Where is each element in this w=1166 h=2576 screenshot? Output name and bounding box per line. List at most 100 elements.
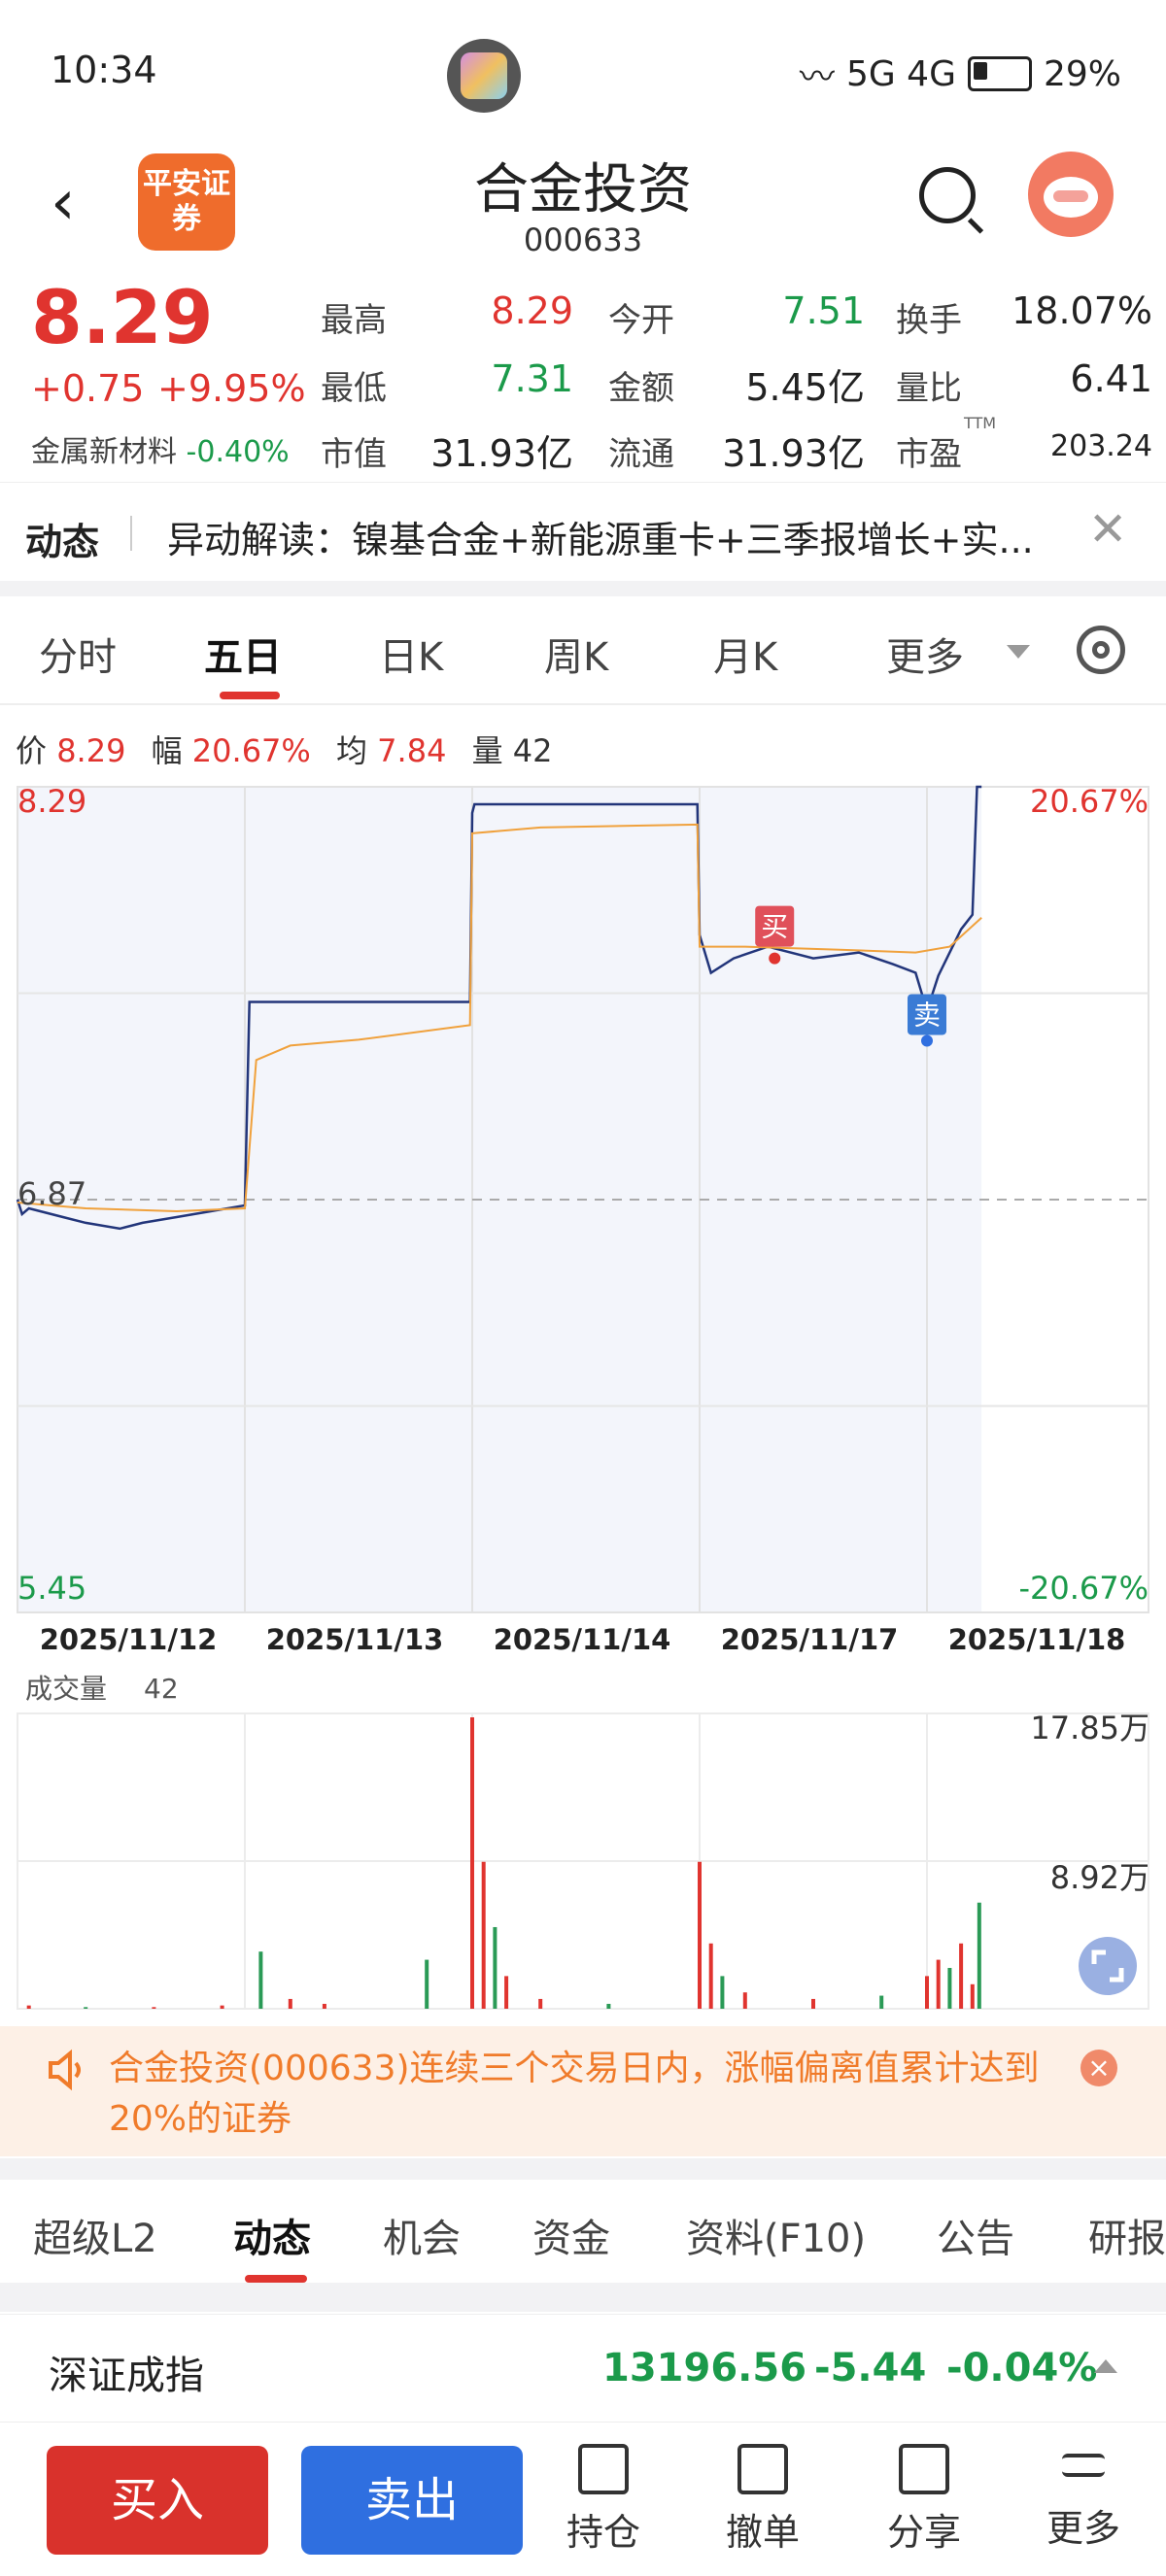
tab-intraday[interactable]: 分时	[39, 626, 117, 682]
fullscreen-button[interactable]	[1079, 1937, 1137, 1995]
tab-five-day[interactable]: 五日	[204, 626, 282, 682]
amp-value: 20.67%	[191, 732, 311, 769]
volume-bar	[742, 1992, 747, 2009]
app-notification-icon	[447, 39, 521, 113]
volume-bar	[708, 1943, 713, 2009]
dynamic-title: 动态	[25, 521, 100, 563]
dynamic-news-bar[interactable]: 动态 异动解读：镍基合金+新能源重卡+三季报增长+实... ✕	[0, 482, 1166, 580]
open-value: 7.51	[782, 289, 865, 332]
sell-button[interactable]: 卖出	[301, 2446, 523, 2555]
volume-bar	[959, 1943, 964, 2009]
price-change: +0.75	[31, 367, 145, 410]
vol-value: 42	[512, 732, 553, 769]
open-label: 今开	[608, 301, 674, 340]
volume-bar	[425, 1959, 429, 2009]
close-icon[interactable]: ✕	[1088, 502, 1127, 557]
undo-icon	[737, 2444, 788, 2494]
volume-axis-top-label: 17.85万	[1030, 1710, 1150, 1746]
buy-marker-dot	[769, 952, 781, 965]
more-button[interactable]: 更多	[1030, 2444, 1137, 2552]
document-icon	[578, 2444, 629, 2494]
volume-bar	[493, 1926, 497, 2009]
divider	[130, 516, 132, 551]
y-axis-right-bottom-label: -20.67%	[1018, 1570, 1149, 1607]
ttm-label: TTM	[964, 414, 997, 432]
volume-bar	[481, 1861, 486, 2009]
pe-label: 市盈	[896, 435, 962, 474]
tab-daily-k[interactable]: 日K	[379, 626, 443, 682]
active-tab-indicator	[220, 692, 280, 699]
tab-capital[interactable]: 资金	[532, 2207, 610, 2263]
tab-research[interactable]: 研报	[1088, 2207, 1166, 2263]
tab-dynamic[interactable]: 动态	[233, 2207, 311, 2263]
back-icon[interactable]: ‹	[51, 167, 76, 239]
tab-announcement[interactable]: 公告	[937, 2207, 1014, 2263]
five-day-chart[interactable]: 买卖 8.29 6.87 5.45 20.67% -20.67% 2025/11…	[0, 777, 1166, 2026]
broker-logo[interactable]: 平安证券	[138, 153, 235, 251]
volume-bar	[925, 1976, 929, 2009]
volume-bar	[322, 2003, 326, 2009]
sector-info[interactable]: 金属新材料 -0.40%	[31, 427, 290, 470]
volume-value: 42	[144, 1673, 179, 1705]
risk-notice[interactable]: 合金投资(000633)连续三个交易日内，涨幅偏离值累计达到20%的证券 ×	[0, 2026, 1166, 2156]
index-ticker[interactable]: 深证成指 13196.56 -5.44 -0.04%	[0, 2314, 1166, 2423]
volume-bar	[811, 1998, 815, 2009]
buy-marker-label: 买	[761, 911, 788, 943]
high-value: 8.29	[491, 289, 573, 332]
share-icon	[899, 2444, 949, 2494]
menu-icon	[1062, 2454, 1105, 2477]
current-price: 8.29	[31, 274, 214, 360]
tab-monthly-k[interactable]: 月K	[713, 626, 777, 682]
low-label: 最低	[321, 369, 387, 408]
amount-value: 5.45亿	[745, 366, 865, 409]
volume-bar	[220, 2005, 224, 2009]
status-right: 〰 5G 4G 29%	[800, 49, 1121, 99]
wifi-icon: 〰	[799, 57, 835, 97]
stock-header: 合金投资 000633 ‹ 平安证券	[0, 146, 1166, 272]
tab-opportunity[interactable]: 机会	[383, 2207, 461, 2263]
turnover-label: 换手	[896, 301, 962, 340]
date-label: 2025/11/17	[721, 1623, 899, 1656]
share-button[interactable]: 分享	[871, 2444, 977, 2556]
volume-bars	[17, 1712, 1149, 2010]
volume-ratio-label: 量比	[896, 369, 962, 408]
close-icon[interactable]: ×	[1080, 2050, 1117, 2086]
price-value: 8.29	[56, 732, 126, 769]
date-label: 2025/11/14	[494, 1623, 671, 1656]
chart-grid	[17, 786, 1149, 1613]
index-change-percent: -0.04%	[946, 2346, 1098, 2390]
cancel-order-button[interactable]: 撤单	[709, 2444, 816, 2556]
battery-percent: 29%	[1043, 53, 1121, 94]
chevron-up-icon[interactable]	[1094, 2359, 1117, 2373]
tab-weekly-k[interactable]: 周K	[544, 626, 608, 682]
buy-button[interactable]: 买入	[47, 2446, 268, 2555]
price-label: 价	[16, 732, 48, 769]
divider	[0, 2283, 1166, 2312]
volume-bar	[720, 1976, 725, 2009]
vol-label: 量	[471, 732, 503, 769]
volume-bar	[606, 2003, 611, 2009]
tab-f10[interactable]: 资料(F10)	[686, 2207, 866, 2263]
low-value: 7.31	[491, 357, 573, 400]
positions-button[interactable]: 持仓	[550, 2444, 657, 2556]
chart-period-tabs: 分时 五日 日K 周K 月K 更多	[0, 596, 1166, 705]
tab-super-l2[interactable]: 超级L2	[33, 2207, 157, 2263]
active-tab-indicator	[245, 2275, 307, 2283]
chevron-down-icon[interactable]	[1007, 645, 1030, 659]
search-icon[interactable]	[919, 167, 976, 223]
gear-icon[interactable]	[1077, 626, 1125, 674]
volume-label: 成交量	[25, 1673, 107, 1705]
volume-bar	[698, 1861, 702, 2009]
info-tabs: 超级L2 动态 机会 资金 资料(F10) 公告 研报	[0, 2182, 1166, 2283]
volume-ratio-value: 6.41	[1070, 357, 1152, 400]
volume-bar	[977, 1902, 981, 2009]
avatar[interactable]	[1028, 152, 1114, 237]
dynamic-text[interactable]: 异动解读：镍基合金+新能源重卡+三季报增长+实...	[167, 510, 1080, 563]
y-axis-top-label: 8.29	[17, 783, 86, 820]
amp-label: 幅	[151, 732, 183, 769]
trade-action-bar: 买入 卖出 持仓 撤单 分享 更多	[0, 2424, 1166, 2576]
tab-more[interactable]: 更多	[886, 626, 964, 682]
avg-value: 7.84	[377, 732, 447, 769]
volume-bar	[879, 1995, 884, 2009]
volume-bar	[258, 1951, 263, 2009]
